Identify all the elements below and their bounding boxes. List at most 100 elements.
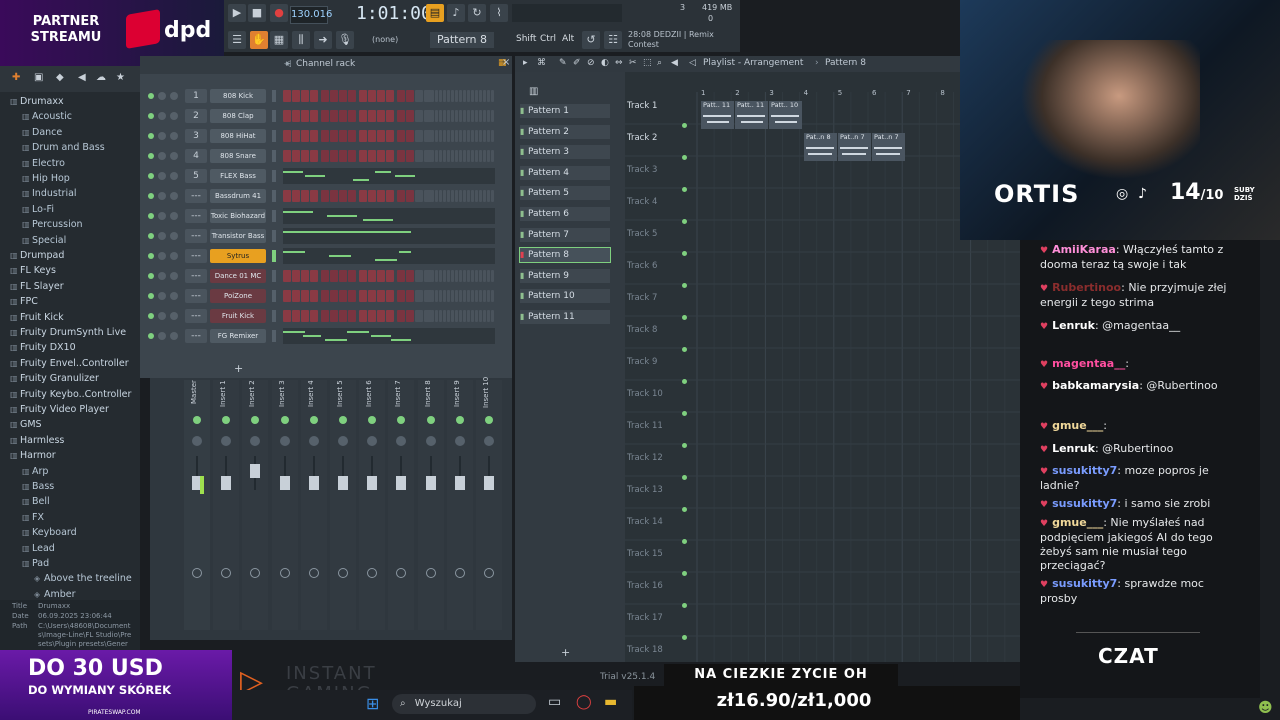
channel-pan-knob[interactable] [158, 212, 166, 220]
step-button[interactable] [483, 310, 486, 322]
track-label[interactable]: Track 15 [627, 549, 663, 559]
step-button[interactable] [377, 310, 385, 322]
step-button[interactable] [310, 310, 318, 322]
browser-item[interactable]: ▥ Industrial [22, 186, 77, 201]
tempo-display[interactable]: 130.016 [290, 6, 332, 24]
channel-name-button[interactable]: 808 Kick [210, 89, 266, 103]
step-button[interactable] [283, 310, 291, 322]
step-button[interactable] [471, 290, 474, 302]
step-button[interactable] [406, 150, 414, 162]
step-button[interactable] [368, 310, 376, 322]
browser-item[interactable]: ▥ Fruit Kick [10, 310, 64, 325]
track-mute-led[interactable] [682, 251, 687, 256]
browser-item[interactable]: ◈ Above the treeline [34, 571, 132, 586]
step-button[interactable] [386, 110, 394, 122]
mixer-send-knob[interactable] [425, 568, 436, 578]
step-button[interactable] [359, 190, 367, 202]
step-button[interactable] [435, 270, 438, 282]
step-sequencer[interactable] [283, 128, 495, 144]
step-button[interactable] [451, 310, 454, 322]
mixer-led[interactable] [426, 416, 435, 424]
mixer-pan-knob[interactable] [367, 436, 378, 446]
mixer-pan-knob[interactable] [454, 436, 465, 446]
step-button[interactable] [479, 290, 482, 302]
mixer-strip[interactable]: Insert 2 [242, 380, 269, 630]
channel-volume-knob[interactable] [170, 152, 178, 160]
step-button[interactable] [435, 290, 438, 302]
step-button[interactable] [321, 290, 329, 302]
step-button[interactable] [415, 110, 423, 122]
step-button[interactable] [377, 190, 385, 202]
step-button[interactable] [415, 90, 423, 102]
pattern-item[interactable]: ▮ Pattern 8 [519, 247, 611, 264]
chat-username[interactable]: Lenruk [1052, 319, 1095, 332]
channel-select[interactable] [272, 90, 276, 102]
step-button[interactable] [397, 130, 405, 142]
step-button[interactable] [443, 190, 446, 202]
step-button[interactable] [339, 290, 347, 302]
step-button[interactable] [483, 190, 486, 202]
step-button[interactable] [339, 270, 347, 282]
browser-item[interactable]: ▥ FL Slayer [10, 279, 64, 294]
step-button[interactable] [431, 270, 434, 282]
step-button[interactable] [348, 150, 356, 162]
step-button[interactable] [479, 130, 482, 142]
step-button[interactable] [283, 150, 291, 162]
channel-volume-knob[interactable] [170, 132, 178, 140]
step-sequencer[interactable] [283, 288, 495, 304]
step-button[interactable] [475, 110, 478, 122]
step-button[interactable] [475, 190, 478, 202]
step-button[interactable] [339, 150, 347, 162]
step-button[interactable] [491, 270, 494, 282]
step-button[interactable] [321, 270, 329, 282]
step-sequencer[interactable] [283, 268, 495, 284]
add-pattern-icon[interactable]: + [561, 646, 570, 659]
step-button[interactable] [483, 130, 486, 142]
step-button[interactable] [348, 270, 356, 282]
channel-pan-knob[interactable] [158, 272, 166, 280]
channel-led[interactable] [148, 273, 154, 279]
channel-volume-knob[interactable] [170, 332, 178, 340]
step-sequencer[interactable] [283, 308, 495, 324]
step-button[interactable] [451, 290, 454, 302]
step-button[interactable] [447, 190, 450, 202]
ctrl-key[interactable]: Ctrl [540, 34, 556, 44]
track-label[interactable]: Track 5 [627, 229, 657, 239]
delete-icon[interactable]: ⊘ [587, 58, 595, 68]
pattern-selector[interactable]: Pattern 8 [430, 32, 494, 48]
step-button[interactable] [386, 190, 394, 202]
step-button[interactable] [479, 110, 482, 122]
mixer-fader[interactable] [454, 476, 465, 490]
step-button[interactable] [339, 90, 347, 102]
opera-icon[interactable]: ◯ [576, 694, 592, 710]
step-button[interactable] [397, 270, 405, 282]
add-channel-icon[interactable]: + [234, 362, 243, 375]
step-button[interactable] [406, 190, 414, 202]
mixer-strip[interactable]: Insert 6 [359, 380, 386, 630]
piano-roll-icon[interactable]: ▦ [270, 31, 288, 49]
step-button[interactable] [483, 150, 486, 162]
mixer-strip[interactable]: Insert 3 [271, 380, 298, 630]
playlist-magnet-icon[interactable]: ⌘ [537, 58, 546, 68]
channel-pan-knob[interactable] [158, 112, 166, 120]
channel-pan-knob[interactable] [158, 192, 166, 200]
mixer-send-knob[interactable] [454, 568, 465, 578]
step-button[interactable] [435, 150, 438, 162]
step-button[interactable] [451, 110, 454, 122]
step-button[interactable] [459, 110, 462, 122]
step-button[interactable] [451, 130, 454, 142]
channel-select[interactable] [272, 170, 276, 182]
track-mute-led[interactable] [682, 475, 687, 480]
playlist-clip[interactable]: Patt.. 10 [769, 101, 802, 129]
step-button[interactable] [443, 90, 446, 102]
channel-volume-knob[interactable] [170, 112, 178, 120]
step-button[interactable] [447, 270, 450, 282]
step-button[interactable] [455, 290, 458, 302]
step-button[interactable] [310, 150, 318, 162]
select-icon[interactable]: ⬚ [643, 58, 652, 68]
channel-volume-knob[interactable] [170, 252, 178, 260]
chat-username[interactable]: Rubertinoo [1052, 281, 1121, 294]
pattern-item[interactable]: ▮ Pattern 10 [520, 289, 610, 304]
step-button[interactable] [330, 310, 338, 322]
channel-number[interactable]: --- [185, 189, 207, 203]
